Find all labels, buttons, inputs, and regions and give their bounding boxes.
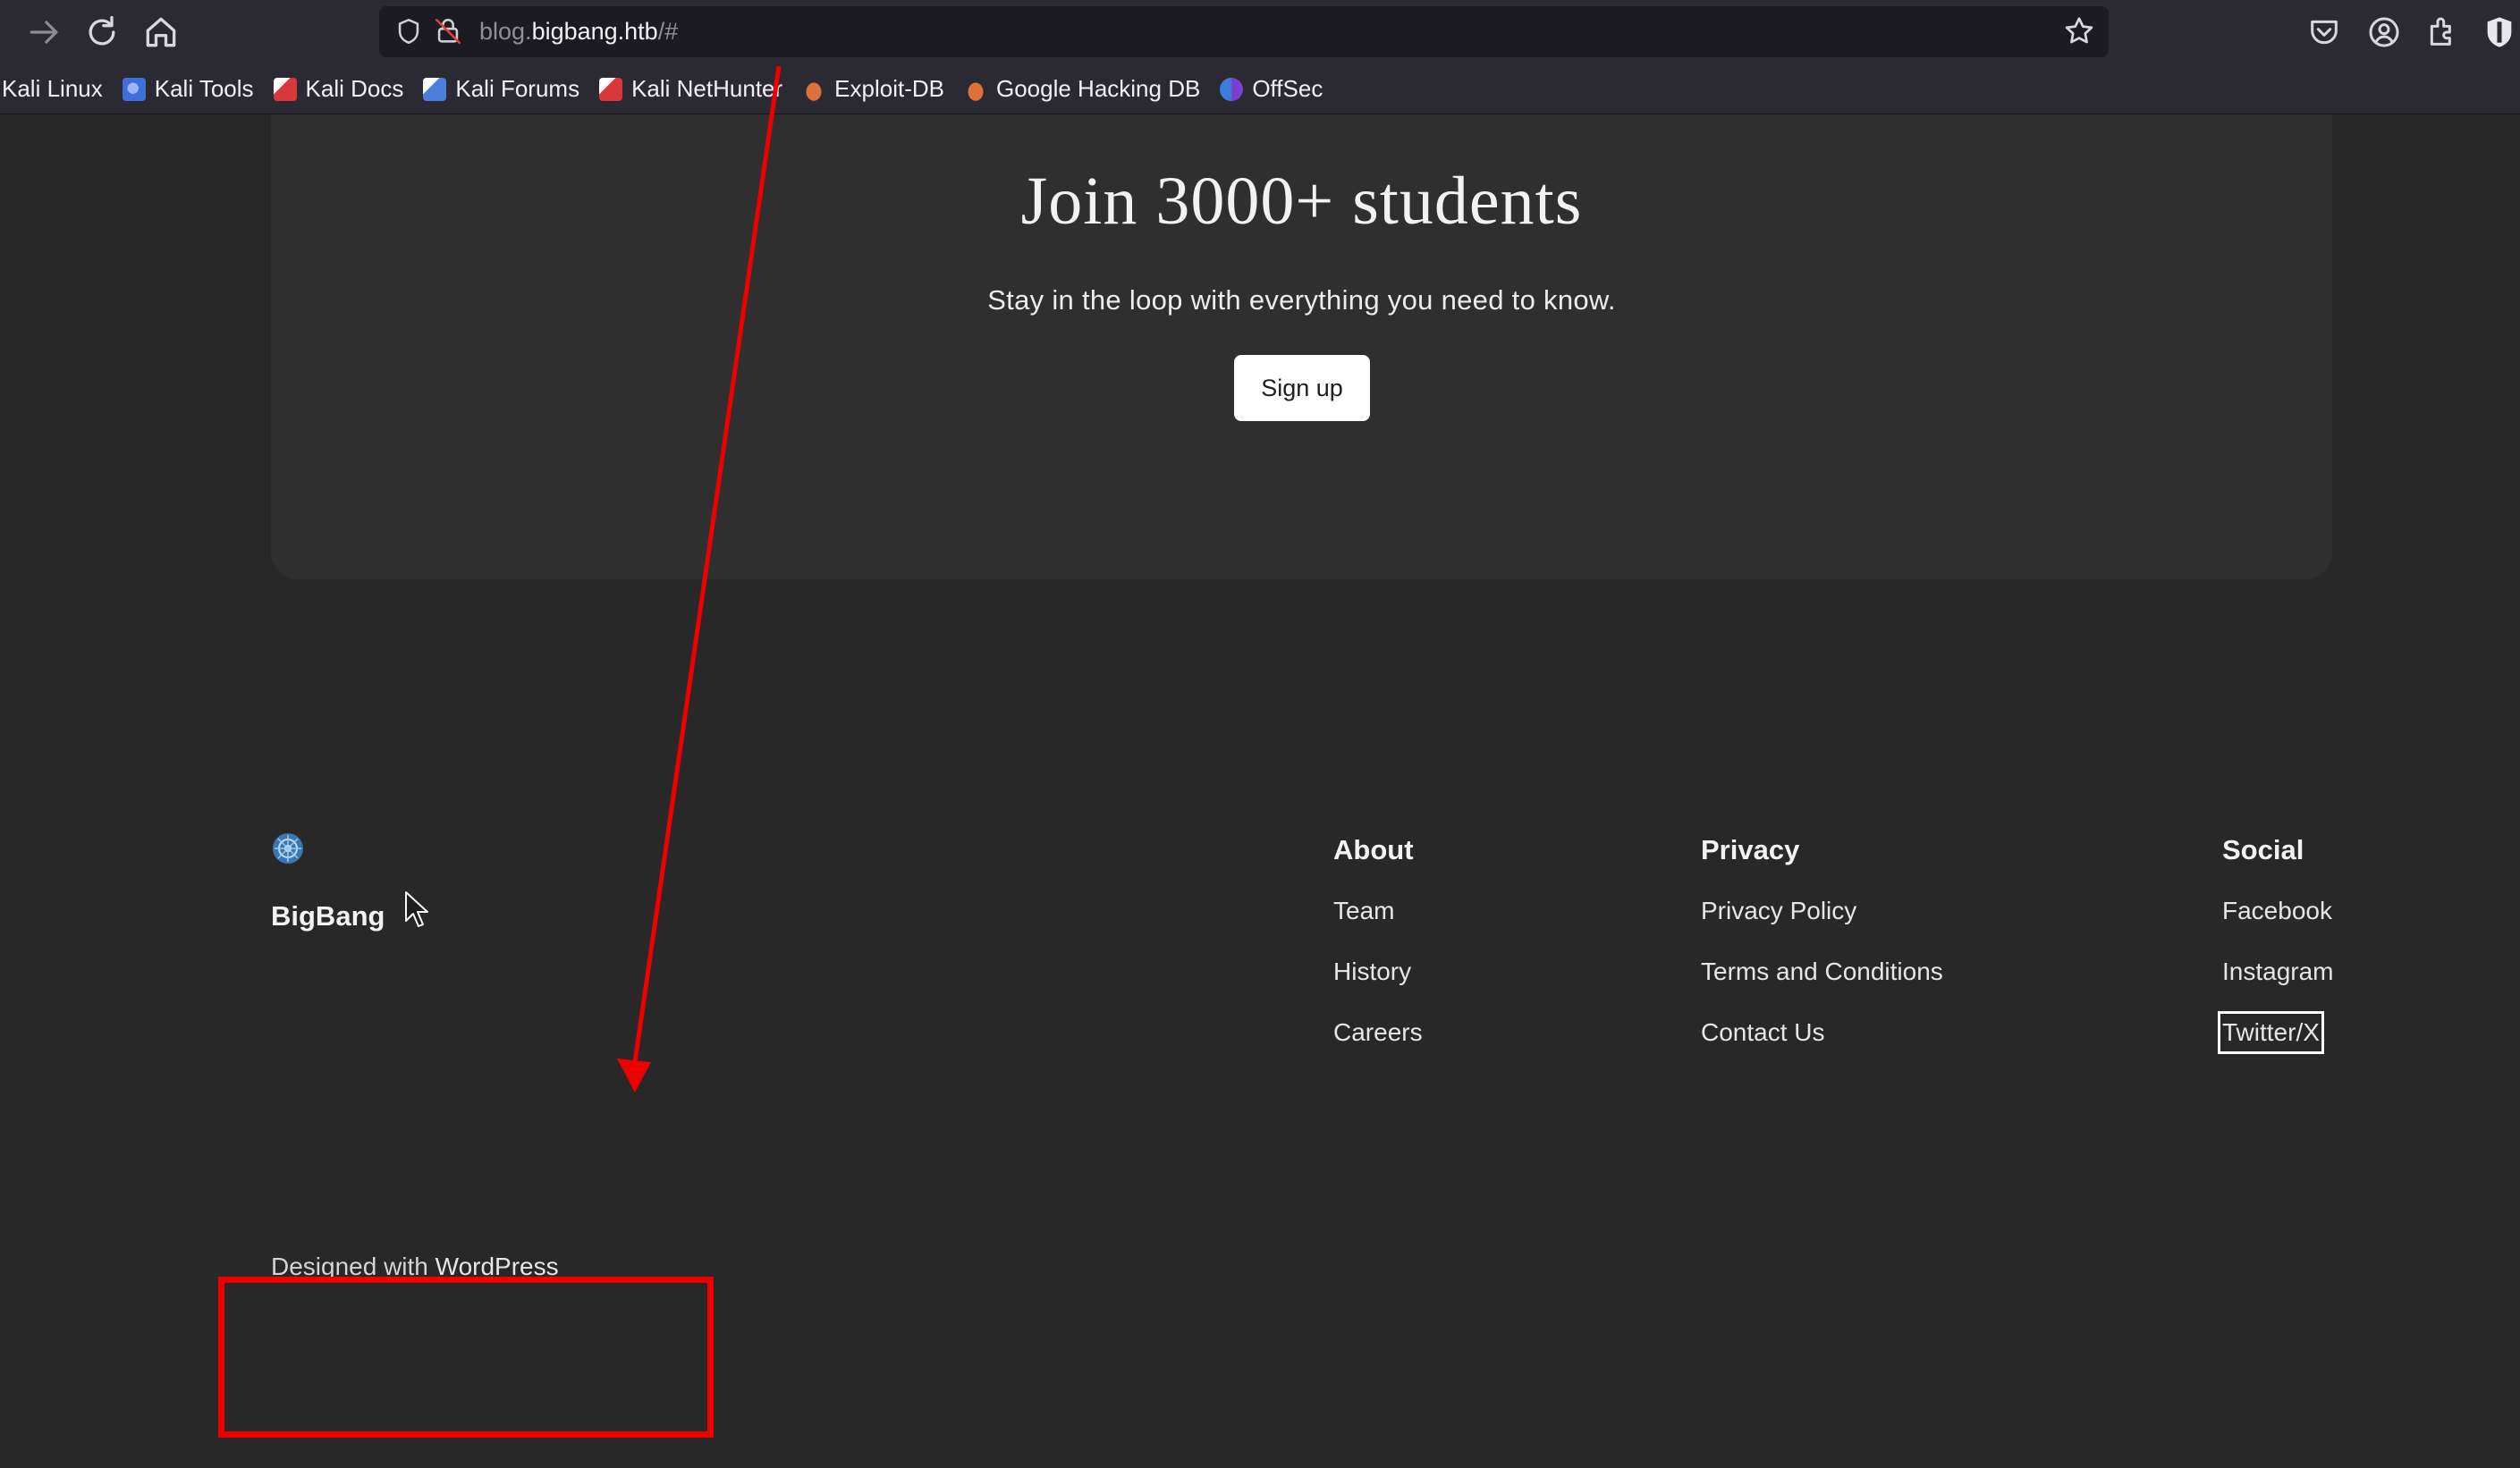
pocket-icon[interactable]	[2306, 14, 2342, 50]
bookmark-kali-tools[interactable]: Kali Tools	[122, 64, 254, 114]
footer-heading: Privacy	[1701, 834, 1800, 865]
bookmark-kali-docs[interactable]: Kali Docs	[273, 64, 404, 114]
extensions-icon[interactable]	[2424, 14, 2460, 50]
exploit-db-icon	[802, 77, 826, 101]
url-suffix: /#	[657, 18, 679, 45]
sign-up-button[interactable]: Sign up	[1234, 355, 1370, 421]
footer-column-social: Social Facebook Instagram Twitter/X	[2218, 831, 2334, 1054]
bookmark-exploit-db[interactable]: Exploit-DB	[802, 64, 944, 114]
url-bar[interactable]: blog.bigbang.htb/#	[379, 6, 2109, 57]
url-prefix: blog.	[479, 18, 532, 45]
bookmark-label: Kali NetHunter	[631, 75, 783, 102]
footer-link-facebook[interactable]: Facebook	[2222, 892, 2334, 930]
shield-icon[interactable]	[393, 16, 424, 46]
home-icon	[146, 17, 176, 47]
bookmark-google-hacking-db[interactable]: Google Hacking DB	[963, 64, 1201, 114]
newsletter-section: Join 3000+ students Stay in the loop wit…	[271, 114, 2332, 579]
browser-toolbar: blog.bigbang.htb/#	[0, 0, 2520, 64]
footer-column-about: About Team History Careers	[1333, 831, 1423, 1051]
site-name[interactable]: BigBang	[271, 900, 385, 932]
bookmark-label: Google Hacking DB	[995, 75, 1201, 102]
forward-button[interactable]	[25, 13, 64, 52]
footer-link-instagram[interactable]: Instagram	[2222, 953, 2334, 991]
bookmark-label: Kali Docs	[305, 75, 404, 102]
url-host: bigbang.htb	[531, 18, 658, 45]
bookmark-label: Kali Linux	[2, 75, 103, 102]
kali-forums-icon	[423, 77, 447, 101]
annotation-highlight-box	[218, 1277, 714, 1438]
footer-link-terms[interactable]: Terms and Conditions	[1701, 953, 1943, 991]
url-text[interactable]: blog.bigbang.htb/#	[479, 16, 678, 46]
reload-button[interactable]	[82, 13, 122, 52]
bookmark-kali-nethunter[interactable]: Kali NetHunter	[599, 64, 782, 114]
insecure-lock-icon[interactable]	[433, 16, 463, 46]
footer-link-contact[interactable]: Contact Us	[1701, 1014, 1943, 1051]
offsec-icon	[1220, 77, 1244, 101]
bookmarks-bar: Kali Linux Kali Tools Kali Docs Kali For…	[0, 64, 2520, 114]
footer-heading: About	[1333, 834, 1414, 865]
arrow-right-icon	[30, 21, 58, 44]
site-logo-icon[interactable]	[271, 831, 305, 865]
home-button[interactable]	[141, 13, 181, 52]
bookmark-kali-linux[interactable]: Kali Linux	[2, 64, 103, 114]
shield-extension-icon[interactable]	[2482, 14, 2517, 50]
bookmark-label: OffSec	[1252, 75, 1323, 102]
bookmark-label: Exploit-DB	[834, 75, 944, 102]
exploit-db-icon	[963, 77, 987, 101]
kali-dragon-icon	[599, 77, 623, 101]
bookmark-label: Kali Forums	[455, 75, 580, 102]
kali-tools-icon	[122, 77, 146, 101]
footer-link-twitter[interactable]: Twitter/X	[2218, 1011, 2324, 1054]
bookmark-kali-forums[interactable]: Kali Forums	[423, 64, 579, 114]
cta-title: Join 3000+ students	[1020, 164, 1583, 239]
account-icon[interactable]	[2366, 14, 2402, 50]
footer-link-privacy-policy[interactable]: Privacy Policy	[1701, 892, 1943, 930]
bookmark-offsec[interactable]: OffSec	[1220, 64, 1323, 114]
kali-dragon-icon	[273, 77, 297, 101]
bookmark-star-icon[interactable]	[2062, 14, 2096, 48]
mouse-cursor-icon	[405, 891, 428, 927]
bookmark-label: Kali Tools	[154, 75, 254, 102]
cta-subtitle: Stay in the loop with everything you nee…	[987, 284, 1616, 316]
footer-link-careers[interactable]: Careers	[1333, 1014, 1423, 1051]
footer-link-team[interactable]: Team	[1333, 892, 1423, 930]
footer-heading: Social	[2222, 834, 2304, 865]
reload-icon	[89, 15, 115, 46]
footer-column-privacy: Privacy Privacy Policy Terms and Conditi…	[1701, 831, 1943, 1051]
footer-link-history[interactable]: History	[1333, 953, 1423, 991]
